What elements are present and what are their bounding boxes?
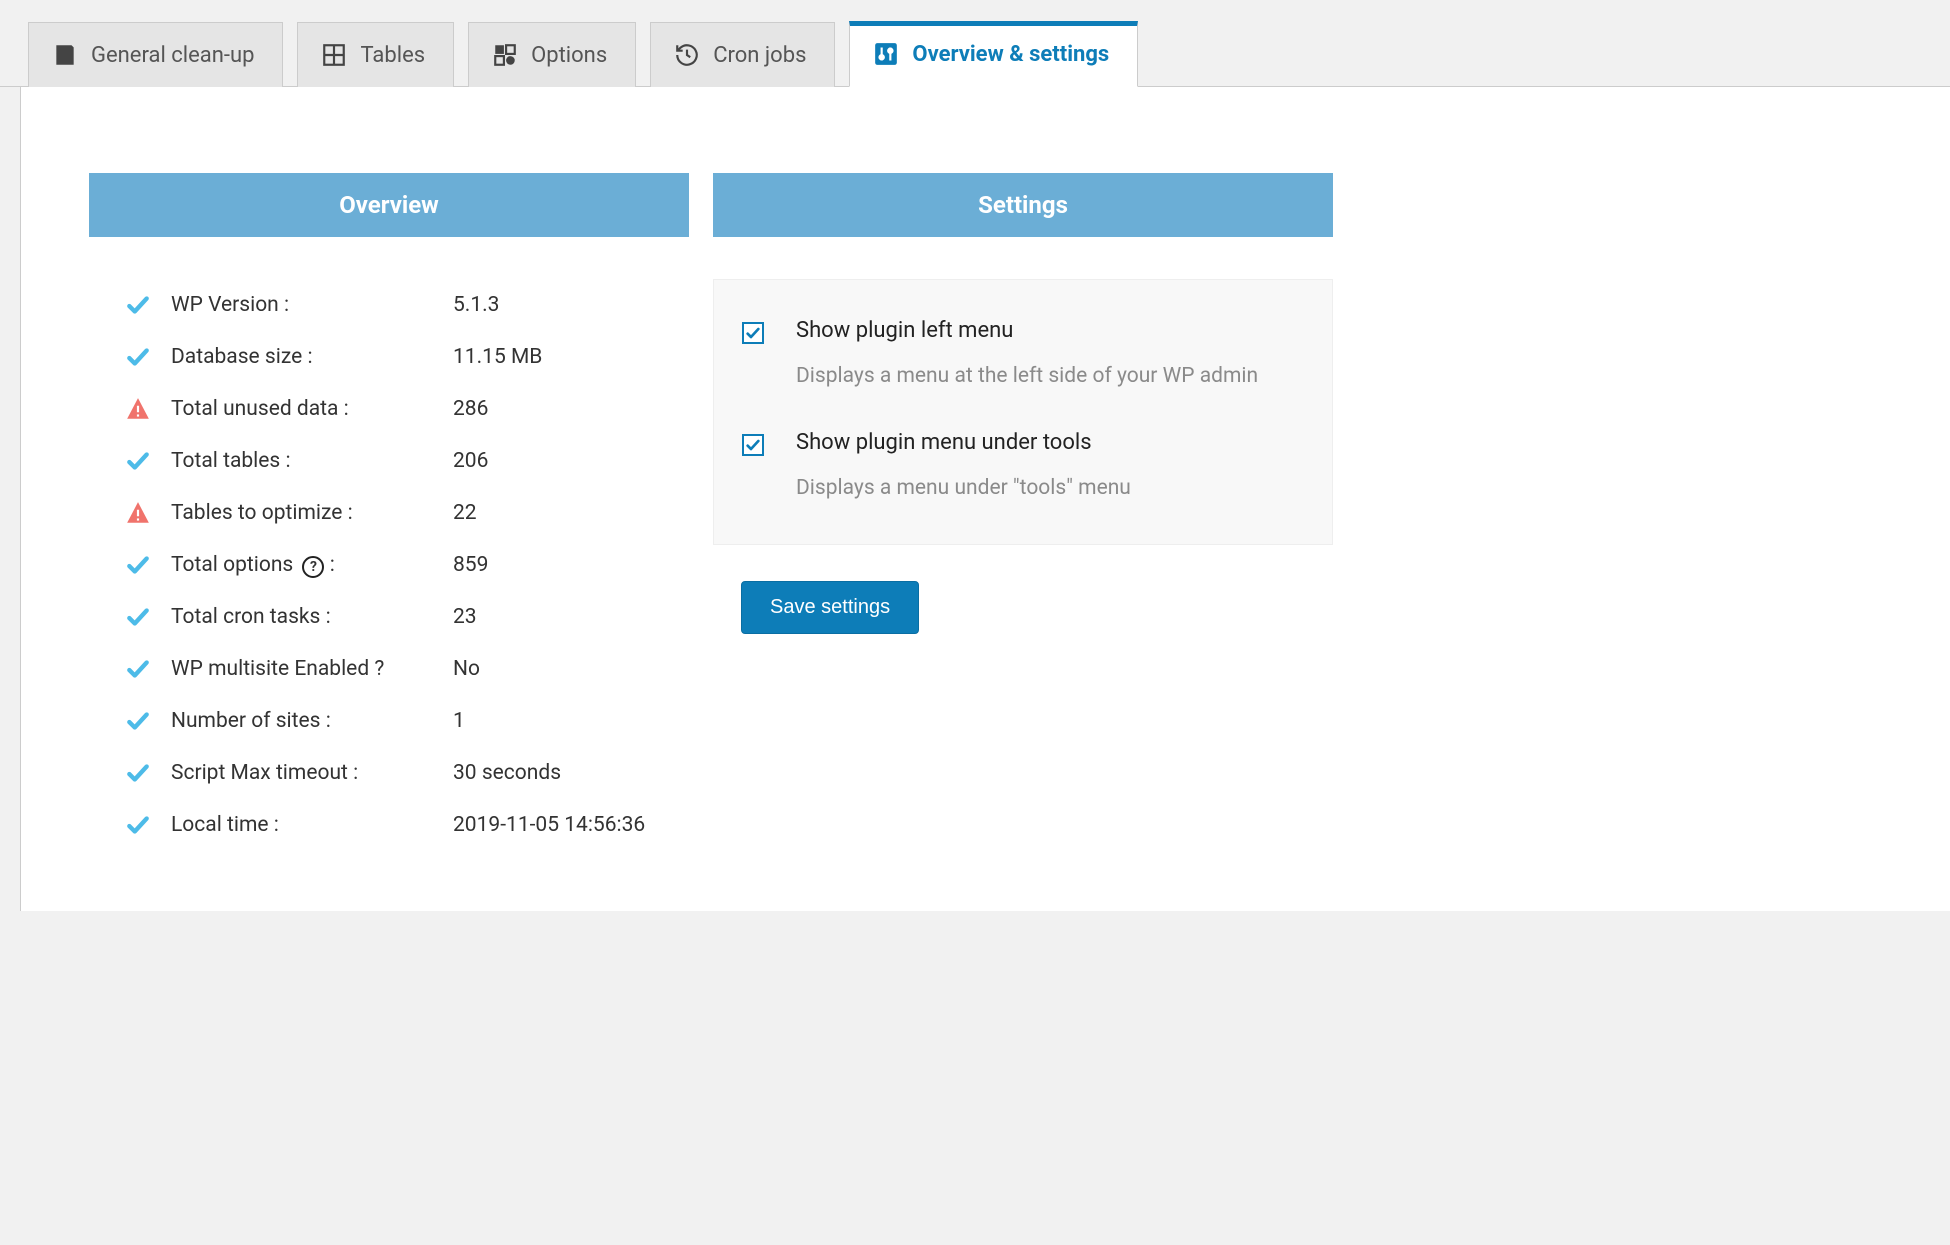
grid-icon xyxy=(320,41,348,69)
tab-options[interactable]: Options xyxy=(468,22,636,87)
tab-overview-settings[interactable]: Overview & settings xyxy=(849,21,1138,87)
overview-row: Database size :11.15 MB xyxy=(89,331,689,383)
overview-row-value: 11.15 MB xyxy=(453,345,689,369)
check-icon xyxy=(125,760,171,786)
help-icon[interactable]: ? xyxy=(302,556,324,578)
sliders-icon xyxy=(872,40,900,68)
settings-heading: Settings xyxy=(713,173,1333,237)
check-icon xyxy=(125,708,171,734)
setting-item: Show plugin left menu Displays a menu at … xyxy=(742,310,1304,422)
overview-panel: Overview WP Version :5.1.3Database size … xyxy=(89,173,689,851)
overview-row-label: Tables to optimize : xyxy=(171,501,453,525)
setting-item: Show plugin menu under tools Displays a m… xyxy=(742,422,1304,504)
tab-label: Options xyxy=(531,43,607,68)
check-icon xyxy=(125,552,171,578)
tabs-bar: General clean-up Tables Options Cron job… xyxy=(0,0,1950,87)
overview-row: Tables to optimize :22 xyxy=(89,487,689,539)
overview-row-label: WP Version : xyxy=(171,293,453,317)
overview-row: Local time :2019-11-05 14:56:36 xyxy=(89,799,689,851)
overview-row-value: 206 xyxy=(453,449,689,473)
tab-label: General clean-up xyxy=(91,43,254,68)
tab-tables[interactable]: Tables xyxy=(297,22,454,87)
overview-row: Total options ? :859 xyxy=(89,539,689,591)
squares-icon xyxy=(491,41,519,69)
overview-row-value: 286 xyxy=(453,397,689,421)
overview-row-label: Total tables : xyxy=(171,449,453,473)
tab-label: Tables xyxy=(360,43,425,68)
check-icon xyxy=(125,812,171,838)
overview-row-label: WP multisite Enabled ? xyxy=(171,657,453,681)
setting-description: Displays a menu under "tools" menu xyxy=(796,464,1304,500)
overview-row-value: 2019-11-05 14:56:36 xyxy=(453,813,689,837)
setting-title: Show plugin left menu xyxy=(796,318,1304,344)
setting-checkbox[interactable] xyxy=(742,434,764,456)
check-icon xyxy=(125,448,171,474)
overview-row-value: 859 xyxy=(453,553,689,577)
setting-title: Show plugin menu under tools xyxy=(796,430,1304,456)
overview-row-label: Total unused data : xyxy=(171,397,453,421)
check-icon xyxy=(125,344,171,370)
overview-row: WP multisite Enabled ?No xyxy=(89,643,689,695)
overview-row-value: 22 xyxy=(453,501,689,525)
overview-row-label: Total options ? : xyxy=(171,553,453,578)
overview-row-value: No xyxy=(453,657,689,681)
overview-row-label: Local time : xyxy=(171,813,453,837)
check-icon xyxy=(125,656,171,682)
tab-cron-jobs[interactable]: Cron jobs xyxy=(650,22,835,87)
warning-icon xyxy=(125,396,171,422)
setting-checkbox[interactable] xyxy=(742,322,764,344)
overview-row: WP Version :5.1.3 xyxy=(89,279,689,331)
tab-label: Cron jobs xyxy=(713,43,806,68)
history-icon xyxy=(673,41,701,69)
overview-heading: Overview xyxy=(89,173,689,237)
overview-row-value: 5.1.3 xyxy=(453,293,689,317)
document-list-icon xyxy=(51,41,79,69)
overview-row: Script Max timeout :30 seconds xyxy=(89,747,689,799)
tab-label: Overview & settings xyxy=(912,42,1109,67)
overview-row-value: 23 xyxy=(453,605,689,629)
settings-panel: Settings Show plugin left menu Displays a… xyxy=(713,173,1333,851)
overview-row-label: Script Max timeout : xyxy=(171,761,453,785)
overview-row-value: 1 xyxy=(453,709,689,733)
overview-row-label: Database size : xyxy=(171,345,453,369)
settings-box: Show plugin left menu Displays a menu at … xyxy=(713,279,1333,545)
overview-table: WP Version :5.1.3Database size :11.15 MB… xyxy=(89,279,689,851)
check-icon xyxy=(125,292,171,318)
overview-row: Total tables :206 xyxy=(89,435,689,487)
overview-row-value: 30 seconds xyxy=(453,761,689,785)
tab-general-clean-up[interactable]: General clean-up xyxy=(28,22,283,87)
overview-row: Total cron tasks :23 xyxy=(89,591,689,643)
overview-row: Total unused data :286 xyxy=(89,383,689,435)
check-icon xyxy=(125,604,171,630)
setting-description: Displays a menu at the left side of your… xyxy=(796,352,1304,388)
warning-icon xyxy=(125,500,171,526)
overview-row: Number of sites :1 xyxy=(89,695,689,747)
overview-row-label: Total cron tasks : xyxy=(171,605,453,629)
main-content: Overview WP Version :5.1.3Database size … xyxy=(20,87,1950,911)
overview-row-label: Number of sites : xyxy=(171,709,453,733)
save-settings-button[interactable]: Save settings xyxy=(741,581,919,634)
